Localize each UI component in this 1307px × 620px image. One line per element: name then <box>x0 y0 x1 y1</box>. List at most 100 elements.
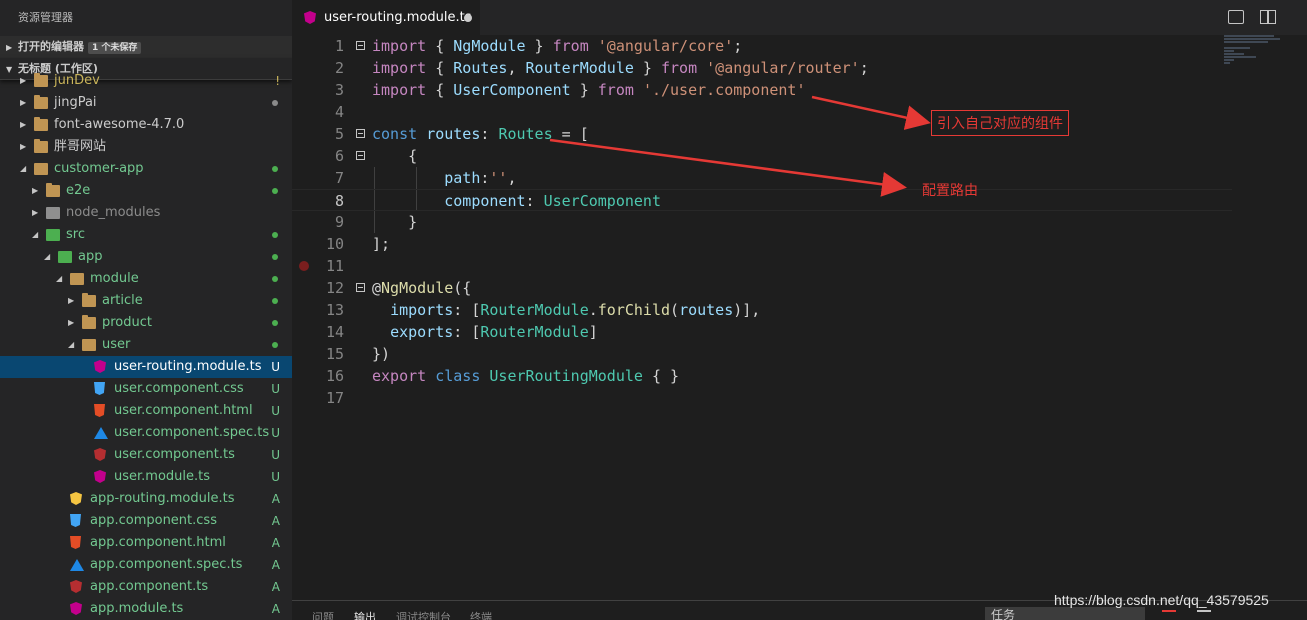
tree-item[interactable]: ◢ src <box>0 224 292 246</box>
code-text: } <box>372 211 417 233</box>
chevron-down-icon[interactable]: ◢ <box>56 268 66 290</box>
tree-item[interactable]: ▶ junDev! <box>0 70 292 92</box>
code-line[interactable]: 4 <box>292 101 1232 123</box>
chevron-right-icon[interactable]: ▶ <box>68 290 78 312</box>
code-token: ]; <box>372 235 391 253</box>
git-status-badge: U <box>271 404 280 418</box>
unsaved-dot-icon[interactable] <box>464 14 472 22</box>
code-token: path <box>444 169 481 187</box>
tree-item[interactable]: ◢ user <box>0 334 292 356</box>
code-line[interactable]: 1 import { NgModule } from '@angular/core… <box>292 35 1232 57</box>
minimap[interactable] <box>1224 35 1284 75</box>
tree-item[interactable]: user.component.html U <box>0 400 292 422</box>
git-status-dot <box>272 188 278 194</box>
code-line[interactable]: 6 { <box>292 145 1232 167</box>
lock-scroll-icon[interactable] <box>1197 610 1211 620</box>
tab-debug-console[interactable]: 调试控制台 <box>396 609 451 620</box>
open-changes-icon[interactable] <box>1228 10 1244 24</box>
tree-item[interactable]: user.component.css U <box>0 378 292 400</box>
angular-module-icon <box>94 470 106 483</box>
code-line[interactable]: 3 import { UserComponent } from './user.c… <box>292 79 1232 101</box>
git-status-badge: A <box>271 602 280 616</box>
code-text: path:'', <box>372 167 517 189</box>
tree-item[interactable]: user.component.ts U <box>0 444 292 466</box>
tree-item[interactable]: user.module.ts U <box>0 466 292 488</box>
tree-item[interactable]: ▶ e2e <box>0 180 292 202</box>
open-editors-section[interactable]: ▶ 打开的编辑器 1 个未保存 <box>0 36 292 58</box>
unsaved-badge: 1 个未保存 <box>88 42 142 54</box>
code-editor[interactable]: 1 import { NgModule } from '@angular/core… <box>292 35 1307 600</box>
chevron-down-icon[interactable]: ◢ <box>44 246 54 268</box>
split-editor-icon[interactable] <box>1260 10 1276 24</box>
clear-output-icon[interactable] <box>1162 610 1176 620</box>
code-line[interactable]: 7 path:'', <box>292 167 1232 189</box>
code-text: component: UserComponent <box>372 190 661 212</box>
fold-toggle-icon[interactable] <box>356 283 365 292</box>
angular-icon <box>70 580 82 593</box>
chevron-down-icon[interactable]: ◢ <box>20 158 30 180</box>
tree-item-label: app.component.ts <box>90 579 209 594</box>
tree-item[interactable]: ◢ app <box>0 246 292 268</box>
tree-item[interactable]: user.component.spec.ts U <box>0 422 292 444</box>
tab-problems[interactable]: 问题 <box>312 609 334 620</box>
code-line[interactable]: 2 import { Routes, RouterModule } from '@… <box>292 57 1232 79</box>
code-line[interactable]: 9 } <box>292 211 1232 233</box>
tree-item[interactable]: app.component.ts A <box>0 576 292 598</box>
tab-output[interactable]: 输出 <box>354 609 376 620</box>
tree-item[interactable]: ▶ font-awesome-4.7.0 <box>0 114 292 136</box>
tree-item[interactable]: app.module.ts A <box>0 598 292 620</box>
tab-terminal[interactable]: 终端 <box>470 609 492 620</box>
tree-item[interactable]: user-routing.module.ts U <box>0 356 292 378</box>
tree-item[interactable]: ▶ product <box>0 312 292 334</box>
chevron-right-icon[interactable]: ▶ <box>20 70 30 92</box>
code-token: component <box>444 192 526 210</box>
angular-routing-icon <box>70 492 82 505</box>
tree-item-label: node_modules <box>66 205 161 220</box>
tree-item[interactable]: ◢ customer-app <box>0 158 292 180</box>
git-status-badge: U <box>271 426 280 440</box>
chevron-right-icon[interactable]: ▶ <box>32 180 42 202</box>
chevron-down-icon[interactable]: ◢ <box>68 334 78 356</box>
fold-toggle-icon[interactable] <box>356 41 365 50</box>
code-line[interactable]: 12 @NgModule({ <box>292 277 1232 299</box>
code-token: '@angular/router' <box>706 59 860 77</box>
code-line[interactable]: 5 const routes: Routes = [ <box>292 123 1232 145</box>
task-select[interactable]: 任务 <box>985 607 1145 620</box>
tree-item[interactable]: ▶ jingPai <box>0 92 292 114</box>
code-line[interactable]: 16 export class UserRoutingModule { } <box>292 365 1232 387</box>
code-token: , <box>507 169 517 187</box>
chevron-right-icon[interactable]: ▶ <box>20 92 30 114</box>
code-line[interactable]: 11 <box>292 255 1232 277</box>
code-line[interactable]: 17 <box>292 387 1232 409</box>
code-token: : <box>525 192 544 210</box>
code-line[interactable]: 8 component: UserComponent <box>292 189 1232 211</box>
code-line[interactable]: 10]; <box>292 233 1232 255</box>
chevron-right-icon[interactable]: ▶ <box>20 114 30 136</box>
code-token: const <box>372 125 418 143</box>
tree-item[interactable]: app.component.css A <box>0 510 292 532</box>
line-number: 13 <box>325 301 344 319</box>
chevron-right-icon[interactable]: ▶ <box>32 202 42 224</box>
tree-item[interactable]: ▶ node_modules <box>0 202 292 224</box>
tree-item[interactable]: ◢ module <box>0 268 292 290</box>
code-line[interactable]: 14 exports: [RouterModule] <box>292 321 1232 343</box>
folder-open-icon <box>34 163 48 175</box>
code-token: )], <box>733 301 761 319</box>
tree-item[interactable]: app-routing.module.ts A <box>0 488 292 510</box>
tab-user-routing-module[interactable]: user-routing.module.ts <box>292 0 480 35</box>
tree-item[interactable]: ▶ 胖哥网站 <box>0 136 292 158</box>
code-line[interactable]: 13 imports: [RouterModule.forChild(route… <box>292 299 1232 321</box>
chevron-right-icon[interactable]: ▶ <box>20 136 30 158</box>
tree-item[interactable]: ▶ article <box>0 290 292 312</box>
tree-item[interactable]: app.component.html A <box>0 532 292 554</box>
chevron-down-icon[interactable]: ◢ <box>32 224 42 246</box>
code-line[interactable]: 15}) <box>292 343 1232 365</box>
tree-item-label: app-routing.module.ts <box>90 491 235 506</box>
git-status-badge: A <box>271 558 280 572</box>
tree-item[interactable]: app.component.spec.ts A <box>0 554 292 576</box>
chevron-right-icon[interactable]: ▶ <box>68 312 78 334</box>
fold-toggle-icon[interactable] <box>356 151 365 160</box>
fold-toggle-icon[interactable] <box>356 129 365 138</box>
